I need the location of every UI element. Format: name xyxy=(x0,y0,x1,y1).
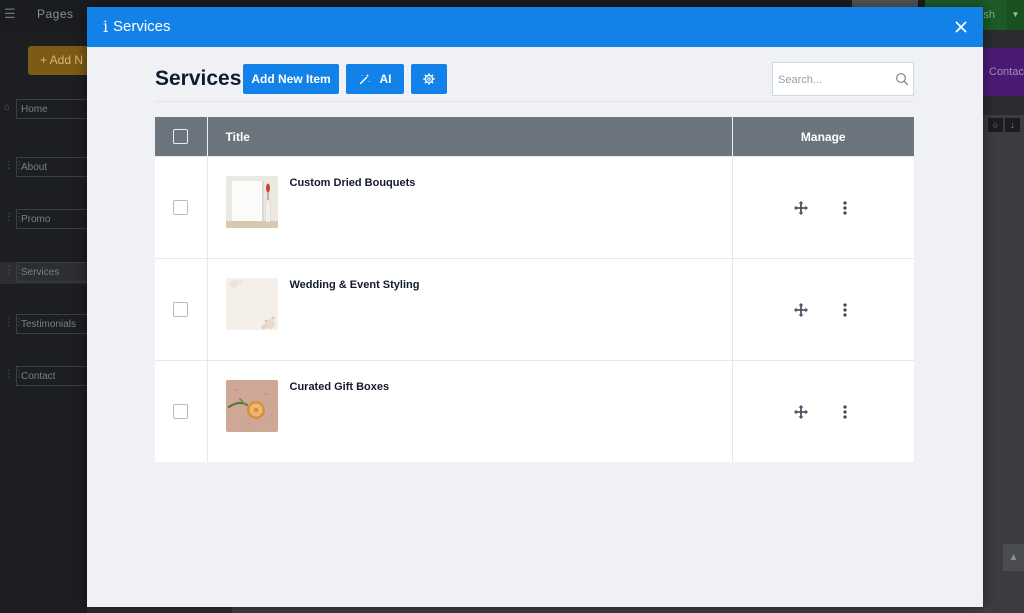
citrus-gift-box-image xyxy=(225,380,278,432)
select-all-header xyxy=(155,117,208,157)
contact-button[interactable]: Contac xyxy=(983,48,1024,96)
light-floral-texture-image xyxy=(225,278,278,330)
toolbar-divider xyxy=(155,101,915,102)
close-icon xyxy=(955,21,967,33)
table-header-row: Title Manage xyxy=(155,117,914,157)
sidebar-item-about[interactable]: ⋮⋮ About xyxy=(0,157,87,179)
add-page-button[interactable]: + Add N xyxy=(28,46,88,75)
more-vertical-icon xyxy=(843,404,847,419)
sidebar-item-label: Contact xyxy=(16,366,87,386)
table-row: Curated Gift Boxes xyxy=(155,360,914,462)
search-box xyxy=(772,62,914,97)
item-options-button[interactable] xyxy=(836,301,854,319)
home-icon: ⌂ xyxy=(4,102,11,113)
page-canvas xyxy=(983,115,1024,613)
page-title: Services xyxy=(155,67,242,90)
eye-icon[interactable]: ○ xyxy=(988,118,1003,132)
column-header-title: Title xyxy=(207,117,733,157)
preview-toggle[interactable] xyxy=(852,0,918,7)
item-title: Wedding & Event Styling xyxy=(289,279,420,291)
settings-button[interactable] xyxy=(411,64,447,94)
search-icon[interactable] xyxy=(895,72,909,86)
sidebar-item-label: About xyxy=(16,157,87,177)
item-thumbnail xyxy=(225,380,278,432)
select-all-checkbox[interactable] xyxy=(173,129,189,144)
table-row: Custom Dried Bouquets xyxy=(155,156,914,259)
ai-button-label: AI xyxy=(379,72,392,86)
item-thumbnail xyxy=(225,176,278,228)
item-title: Curated Gift Boxes xyxy=(289,381,390,393)
item-options-button[interactable] xyxy=(836,403,854,421)
sidebar-item-testimonials[interactable]: ⋮⋮ Testimonials xyxy=(0,314,87,336)
sidebar-item-label: Home xyxy=(16,99,87,119)
info-icon: i xyxy=(103,17,109,36)
canvas-bottom xyxy=(232,607,992,613)
sidebar-item-label: Testimonials xyxy=(16,314,87,334)
close-button[interactable] xyxy=(949,15,973,39)
move-icon xyxy=(794,404,809,419)
add-new-item-button[interactable]: Add New Item xyxy=(243,64,339,94)
more-vertical-icon xyxy=(843,302,847,317)
row-checkbox[interactable] xyxy=(173,404,189,419)
gear-icon xyxy=(423,73,435,85)
pages-sidebar xyxy=(0,0,87,613)
drag-item-button[interactable] xyxy=(792,403,810,421)
chevron-down-icon[interactable]: ▼ xyxy=(1007,0,1024,30)
row-checkbox[interactable] xyxy=(173,200,189,215)
sidebar-item-services[interactable]: ⋮⋮ Services xyxy=(0,262,87,284)
ai-button[interactable]: AI xyxy=(346,64,404,94)
items-table: Title Manage Custom Dried Bouquets Weddi… xyxy=(155,117,914,462)
sidebar-title: Pages xyxy=(37,7,74,21)
table-row: Wedding & Event Styling xyxy=(155,258,914,361)
sidebar-item-contact[interactable]: ⋮⋮ Contact xyxy=(0,366,87,388)
sidebar-item-label: Services xyxy=(16,262,87,282)
sidebar-item-promo[interactable]: ⋮⋮ Promo xyxy=(0,209,87,231)
arrow-down-icon[interactable]: ↓ xyxy=(1005,118,1020,132)
modal-title: Services xyxy=(113,18,171,35)
services-modal: i Services Services Add New Item AI Sear… xyxy=(87,7,983,607)
item-options-button[interactable] xyxy=(836,199,854,217)
modal-toolbar: Services Add New Item AI xyxy=(155,62,915,100)
item-title: Custom Dried Bouquets xyxy=(289,177,416,189)
row-checkbox[interactable] xyxy=(173,302,189,317)
scroll-to-top-button[interactable]: ▲ xyxy=(1003,544,1024,571)
modal-header: i Services xyxy=(87,7,983,47)
column-header-manage: Manage xyxy=(732,117,914,157)
search-input[interactable] xyxy=(773,63,898,97)
more-vertical-icon xyxy=(843,200,847,215)
move-icon xyxy=(794,302,809,317)
vase-with-dried-flower-image xyxy=(225,176,278,228)
menu-icon[interactable]: ☰ xyxy=(4,6,16,22)
sidebar-item-label: Promo xyxy=(16,209,87,229)
move-icon xyxy=(794,200,809,215)
drag-item-button[interactable] xyxy=(792,199,810,217)
items-table-container: Title Manage Custom Dried Bouquets Weddi… xyxy=(155,117,914,462)
drag-item-button[interactable] xyxy=(792,301,810,319)
sidebar-item-home[interactable]: ⌂ Home xyxy=(0,99,87,121)
magic-wand-icon xyxy=(359,74,370,85)
item-thumbnail xyxy=(225,278,278,330)
